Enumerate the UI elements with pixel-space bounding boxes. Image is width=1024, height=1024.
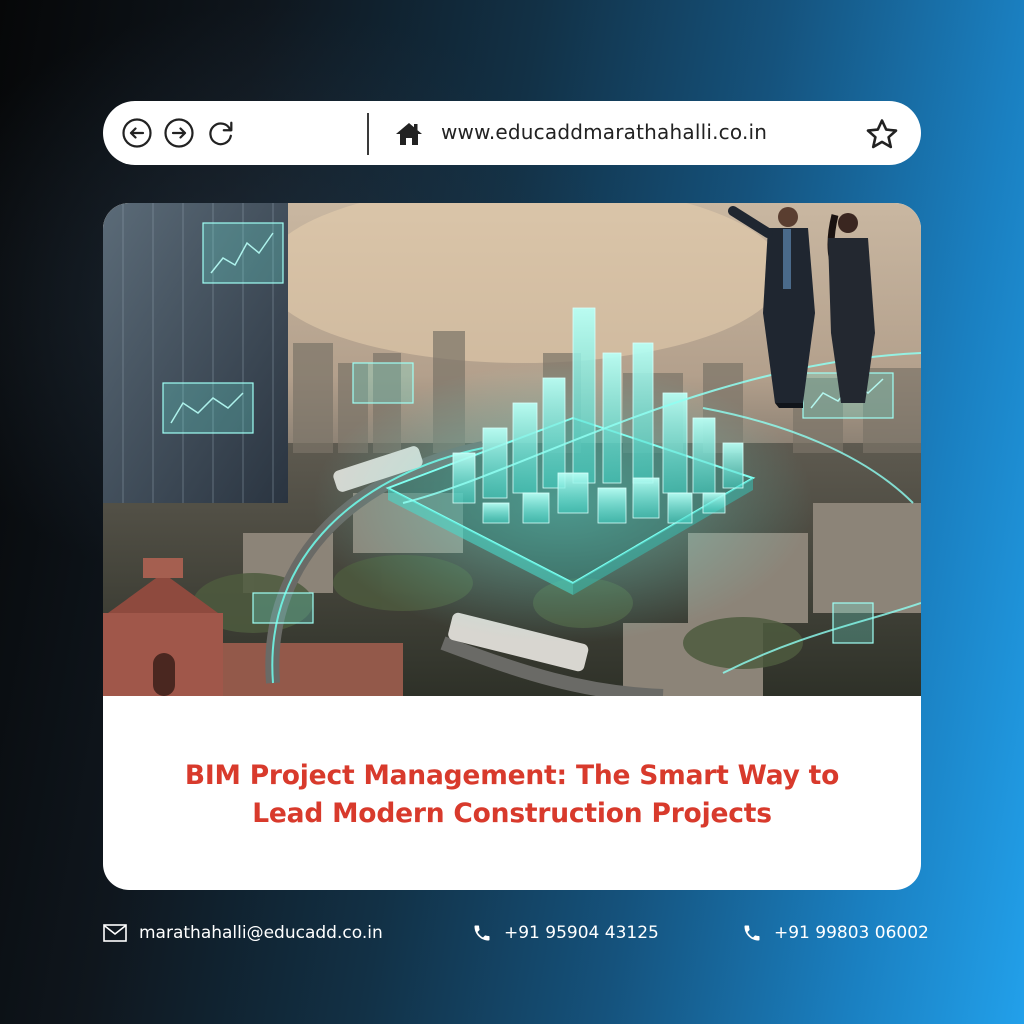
contact-phone-1[interactable]: +91 95904 43125 [472,920,659,946]
bookmark-star-icon[interactable] [864,117,900,153]
phone-2-text: +91 99803 06002 [774,923,929,943]
mail-icon [103,924,127,942]
hero-image-bim-city [103,203,921,696]
phone-icon [474,925,490,941]
phone-icon [744,925,760,941]
headline-line-2: Lead Modern Construction Projects [252,798,772,829]
contact-email[interactable]: marathahalli@educadd.co.in [103,920,383,946]
article-headline[interactable]: BIM Project Management: The Smart Way to… [103,757,921,833]
browser-address-bar: www.educaddmarathahalli.co.in [103,101,921,165]
email-text: marathahalli@educadd.co.in [139,923,383,943]
article-card[interactable]: BIM Project Management: The Smart Way to… [103,203,921,890]
toolbar-divider [367,113,369,155]
forward-arrow-icon[interactable] [164,118,194,148]
contact-phone-2[interactable]: +91 99803 06002 [742,920,929,946]
headline-line-1: BIM Project Management: The Smart Way to [184,760,840,791]
url-text[interactable]: www.educaddmarathahalli.co.in [441,120,767,144]
reload-icon[interactable] [206,118,236,148]
home-icon[interactable] [395,121,423,147]
phone-1-text: +91 95904 43125 [504,923,659,943]
back-arrow-icon[interactable] [122,118,152,148]
